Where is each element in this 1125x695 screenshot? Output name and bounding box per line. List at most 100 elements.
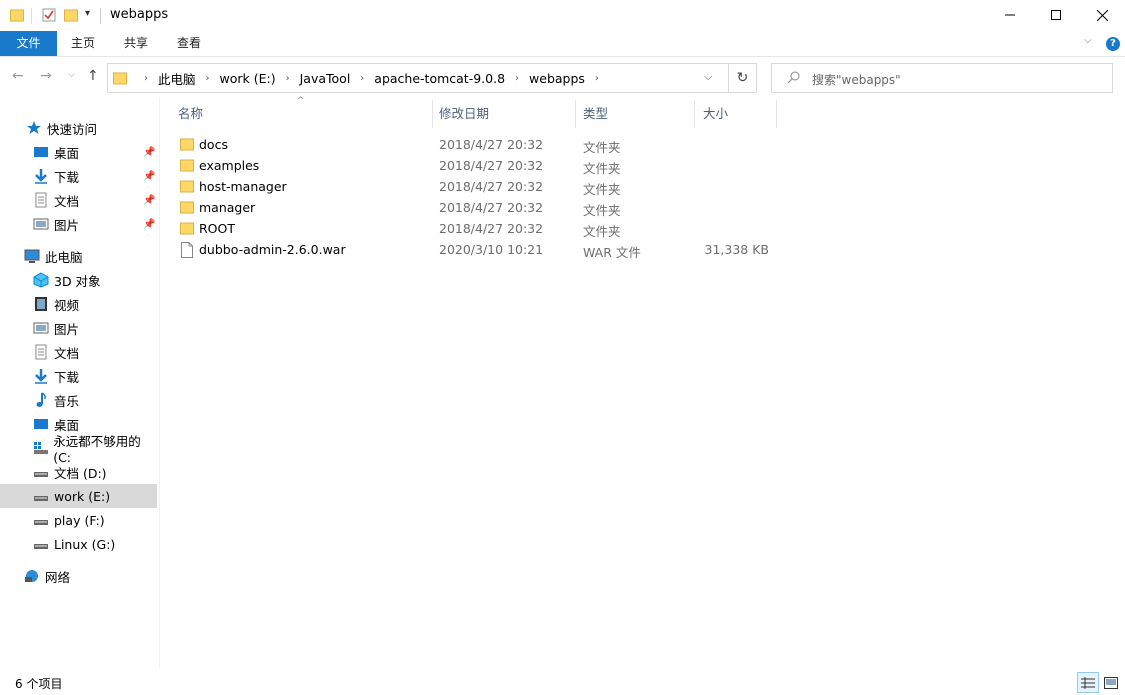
nav-drive-f[interactable]: play (F:) [0,508,157,532]
maximize-button[interactable] [1033,0,1079,30]
nav-downloads[interactable]: 下载 [0,364,157,388]
pin-icon[interactable]: 📌 [143,171,155,182]
file-row[interactable]: ROOT 2018/4/27 20:32 文件夹 [170,218,790,239]
chevron-right-icon[interactable]: › [515,73,519,84]
nav-label: 下载 [54,169,80,185]
file-name: dubbo-admin-2.6.0.war [199,242,346,257]
chevron-right-icon[interactable]: › [360,73,364,84]
crumb-work-drive[interactable]: work (E:) [220,71,276,86]
column-header-type[interactable]: 类型 [575,100,695,128]
minimize-button[interactable] [987,0,1033,30]
file-row[interactable]: dubbo-admin-2.6.0.war 2020/3/10 10:21 WA… [170,239,790,260]
address-bar[interactable]: › 此电脑 › work (E:) › JavaTool › apache-to… [107,63,757,93]
forward-arrow-icon[interactable]: → [40,68,52,84]
crumb-javatool[interactable]: JavaTool [300,71,351,86]
file-type: 文件夹 [583,161,621,176]
file-size: 31,338 KB [704,242,769,257]
column-header-name[interactable]: 名称 [170,100,433,128]
file-icon [181,242,193,258]
folder-icon [113,72,127,85]
nav-drive-c[interactable]: 永远都不够用的 (C: [0,434,157,465]
address-row: ← → ⌵ ↑ › 此电脑 › work (E:) › JavaTool › a… [0,58,1125,98]
pin-icon[interactable]: 📌 [143,195,155,206]
properties-icon[interactable] [42,8,56,22]
nav-quick-documents[interactable]: 文档 📌 [0,188,157,212]
nav-3d-objects[interactable]: 3D 对象 [0,268,157,292]
crumb-tomcat[interactable]: apache-tomcat-9.0.8 [374,71,505,86]
nav-label: 3D 对象 [54,273,101,289]
folder-icon[interactable] [10,8,24,22]
title-bar: ▾ webapps [0,0,1125,32]
nav-this-pc[interactable]: 此电脑 [0,244,157,268]
pin-icon[interactable]: 📌 [143,147,155,158]
star-icon [27,121,41,134]
drive-icon [34,520,48,525]
document-icon [35,344,47,360]
nav-drive-g[interactable]: Linux (G:) [0,532,157,556]
close-button[interactable] [1079,0,1125,30]
pin-icon[interactable]: 📌 [143,219,155,230]
column-header-size[interactable]: 大小 [695,100,777,128]
nav-label: Linux (G:) [54,536,116,552]
pictures-icon [33,322,49,334]
nav-label: 文档 [54,345,80,361]
close-icon [1096,9,1108,21]
column-header-date[interactable]: 修改日期 [431,100,576,128]
nav-pictures[interactable]: 图片 [0,316,157,340]
nav-drive-e[interactable]: work (E:) [0,484,157,508]
chevron-right-icon[interactable]: › [595,73,599,84]
refresh-button[interactable]: ↻ [728,64,756,92]
tab-view[interactable]: 查看 [168,31,210,56]
file-row[interactable]: docs 2018/4/27 20:32 文件夹 [170,134,790,155]
file-date: 2018/4/27 20:32 [439,158,544,173]
crumb-webapps[interactable]: webapps [529,71,585,86]
nav-network[interactable]: 网络 [0,564,157,588]
file-row[interactable]: host-manager 2018/4/27 20:32 文件夹 [170,176,790,197]
nav-documents[interactable]: 文档 [0,340,157,364]
new-folder-icon[interactable] [64,8,78,22]
large-icons-view-icon [1104,676,1118,689]
tab-share[interactable]: 共享 [115,31,157,56]
nav-quick-access[interactable]: 快速访问 [0,116,157,140]
folder-icon [180,180,194,193]
drive-icon [34,472,48,477]
chevron-right-icon: › [144,72,148,84]
tab-file[interactable]: 文件 [0,31,57,56]
network-icon [25,570,38,582]
crumb-this-pc[interactable]: 此电脑 [158,69,196,88]
expand-ribbon-icon[interactable]: ⌵ [1084,35,1092,46]
large-icons-view-button[interactable] [1100,672,1122,693]
help-icon[interactable]: ? [1106,37,1120,51]
up-arrow-icon[interactable]: ↑ [87,68,99,84]
recent-locations-icon[interactable]: ⌵ [68,70,75,80]
nav-drive-d[interactable]: 文档 (D:) [0,460,157,484]
nav-label: 音乐 [54,393,80,409]
nav-quick-desktop[interactable]: 桌面 📌 [0,140,157,164]
nav-videos[interactable]: 视频 [0,292,157,316]
chevron-down-icon[interactable]: ⌵ [704,70,712,84]
file-date: 2018/4/27 20:32 [439,179,544,194]
desktop-icon [34,147,48,157]
search-input[interactable]: 搜索"webapps" [771,63,1113,93]
nav-label: 下载 [54,369,80,385]
chevron-right-icon[interactable]: › [206,73,210,84]
details-view-button[interactable] [1077,672,1099,693]
file-name: host-manager [199,179,287,194]
back-arrow-icon[interactable]: ← [12,68,24,84]
nav-quick-pictures[interactable]: 图片 📌 [0,212,157,236]
tab-home[interactable]: 主页 [62,31,104,56]
nav-label: 桌面 [54,145,80,161]
nav-label: 快速访问 [47,121,98,137]
nav-label: 视频 [54,297,80,313]
nav-label: 图片 [54,217,80,233]
nav-music[interactable]: 音乐 [0,388,157,412]
file-name: manager [199,200,256,215]
chevron-right-icon[interactable]: › [286,73,290,84]
breadcrumb: › 此电脑 › work (E:) › JavaTool › apache-to… [134,64,609,92]
file-row[interactable]: examples 2018/4/27 20:32 文件夹 [170,155,790,176]
details-view-icon [1081,676,1095,689]
nav-quick-downloads[interactable]: 下载 📌 [0,164,157,188]
video-icon [35,297,47,311]
file-row[interactable]: manager 2018/4/27 20:32 文件夹 [170,197,790,218]
customize-quick-access-icon[interactable]: ▾ [85,8,90,19]
